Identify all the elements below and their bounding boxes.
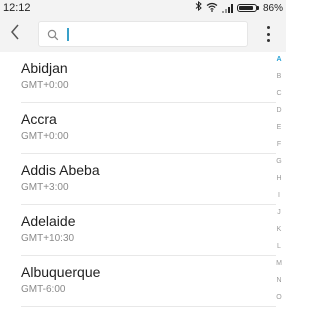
battery-icon [236,4,259,12]
search-input[interactable] [65,25,241,43]
timezone-name: Abidjan [21,60,68,76]
timezone-name: Adelaide [21,213,76,229]
chevron-left-icon [10,24,20,45]
search-box[interactable] [38,21,248,47]
index-letter-n[interactable]: N [274,277,284,285]
timezone-list-item[interactable]: Adelaide GMT+10:30 [0,205,276,256]
search-icon [47,28,59,46]
timezone-list: Abidjan GMT+0:00 Accra GMT+0:00 Addis Abeba G… [0,52,276,320]
index-letter-i[interactable]: I [274,192,284,200]
timezone-list-item[interactable]: Albuquerque GMT-6:00 [0,256,276,307]
timezone-name: Addis Abeba [21,162,100,178]
more-vertical-icon [266,26,270,29]
timezone-list-item[interactable]: Abidjan GMT+0:00 [0,52,276,103]
text-cursor [67,28,69,41]
back-button[interactable] [6,24,24,44]
timezone-offset: GMT+3:00 [21,182,69,193]
index-letter-g[interactable]: G [274,158,284,166]
index-letter-b[interactable]: B [274,73,284,81]
index-letter-j[interactable]: J [274,209,284,217]
status-icons: 86% [195,0,283,15]
timezone-offset: GMT-6:00 [21,284,66,295]
index-letter-o[interactable]: O [274,294,284,302]
index-letter-m[interactable]: M [274,260,284,268]
index-letter-h[interactable]: H [274,175,284,183]
alphabet-index[interactable]: A B C D E F G H I J K L M N O [274,56,286,316]
timezone-name: Accra [21,111,57,127]
timezone-list-item[interactable]: Accra GMT+0:00 [0,103,276,154]
wifi-icon [206,2,218,15]
timezone-name: Albuquerque [21,264,101,280]
more-options-button[interactable] [264,26,272,42]
status-time: 12:12 [3,2,31,14]
status-bar: 12:12 86% [0,0,286,16]
index-letter-l[interactable]: L [274,243,284,251]
index-letter-c[interactable]: C [274,90,284,98]
timezone-offset: GMT+10:30 [21,233,75,244]
bluetooth-icon [195,0,202,15]
index-letter-k[interactable]: K [274,226,284,234]
index-letter-d[interactable]: D [274,107,284,115]
timezone-list-item[interactable]: Addis Abeba GMT+3:00 [0,154,276,205]
timezone-offset: GMT+0:00 [21,131,69,142]
divider [21,306,276,307]
signal-icon [221,3,233,13]
index-letter-f[interactable]: F [274,141,284,149]
index-letter-e[interactable]: E [274,124,284,132]
toolbar [0,16,286,52]
index-letter-a[interactable]: A [274,56,284,64]
timezone-offset: GMT+0:00 [21,80,69,91]
battery-percentage: 86% [262,2,283,14]
